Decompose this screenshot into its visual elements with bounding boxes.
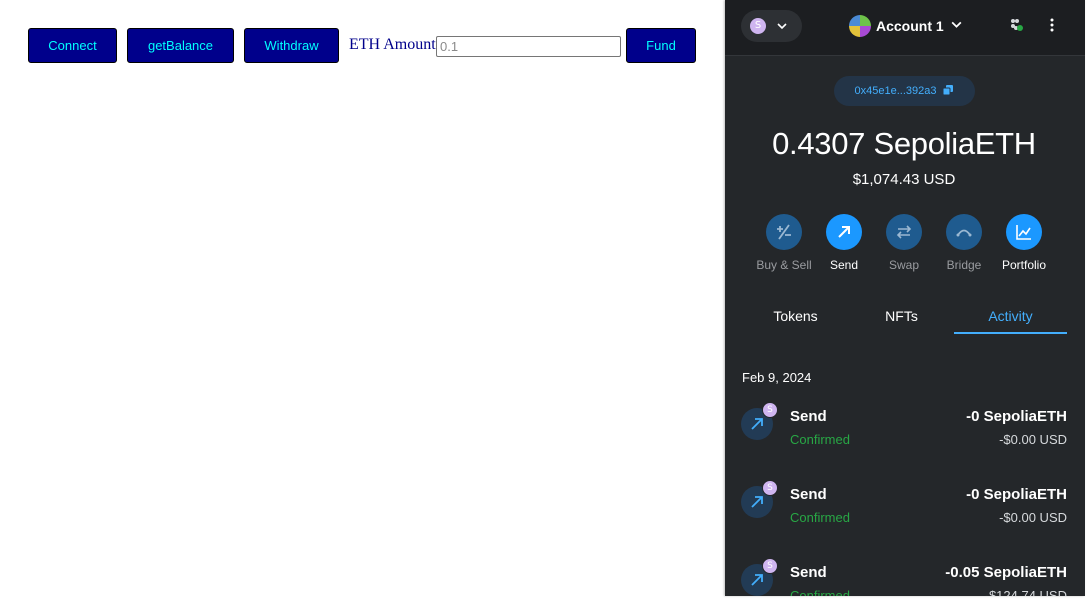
network-badge: S — [762, 402, 778, 418]
transaction-fiat: -$124.74 USD — [984, 588, 1067, 596]
send-button[interactable]: Send — [812, 214, 876, 272]
chevron-down-icon — [950, 18, 963, 34]
metamask-popup: S Account 1 0x45e1e...392a3 0.4307 Sepol… — [725, 0, 1085, 596]
transaction-title: Send — [790, 408, 827, 425]
swap-label: Swap — [888, 258, 920, 272]
network-badge: S — [762, 480, 778, 496]
active-tab-indicator — [954, 332, 1067, 334]
tab-activity[interactable]: Activity — [954, 308, 1067, 324]
chevron-down-icon — [776, 19, 788, 37]
tab-tokens[interactable]: Tokens — [739, 308, 852, 324]
avatar — [849, 15, 871, 37]
network-badge: S — [750, 18, 766, 34]
account-selector[interactable]: Account 1 — [849, 14, 963, 38]
withdraw-button[interactable]: Withdraw — [244, 28, 339, 63]
send-label: Send — [829, 258, 859, 272]
transaction-row[interactable]: S Send Confirmed -0.05 SepoliaETH -$124.… — [725, 558, 1085, 596]
kebab-menu-icon[interactable] — [1049, 17, 1055, 38]
balance-amount: 0.4307 — [772, 126, 866, 161]
transaction-fiat: -$0.00 USD — [999, 432, 1067, 447]
copy-icon — [942, 84, 954, 99]
transaction-amount: -0 SepoliaETH — [966, 486, 1067, 503]
transaction-row[interactable]: S Send Confirmed -0 SepoliaETH -$0.00 US… — [725, 402, 1085, 468]
tab-nfts[interactable]: NFTs — [845, 308, 958, 324]
transaction-status: Confirmed — [790, 432, 850, 447]
transaction-fiat: -$0.00 USD — [999, 510, 1067, 525]
eth-amount-input[interactable] — [436, 36, 621, 57]
transaction-title: Send — [790, 564, 827, 581]
transaction-amount: -0.05 SepoliaETH — [945, 564, 1067, 581]
bridge-label: Bridge — [946, 258, 982, 272]
chart-line-icon — [1006, 214, 1042, 250]
buy-sell-button[interactable]: Buy & Sell — [752, 214, 816, 272]
plus-minus-icon — [766, 214, 802, 250]
account-name: Account 1 — [876, 18, 944, 34]
balance-currency: SepoliaETH — [873, 126, 1036, 161]
connect-button[interactable]: Connect — [28, 28, 117, 63]
swap-arrows-icon — [886, 214, 922, 250]
transaction-status: Confirmed — [790, 588, 850, 596]
transaction-status: Confirmed — [790, 510, 850, 525]
fund-button[interactable]: Fund — [626, 28, 696, 63]
wallet-balance: 0.4307 SepoliaETH — [725, 126, 1083, 162]
portfolio-label: Portfolio — [1001, 258, 1047, 272]
network-selector[interactable]: S — [741, 10, 802, 42]
wallet-address: 0x45e1e...392a3 — [854, 85, 937, 97]
activity-date: Feb 9, 2024 — [742, 370, 812, 385]
transaction-amount: -0 SepoliaETH — [966, 408, 1067, 425]
bridge-icon — [946, 214, 982, 250]
swap-button[interactable]: Swap — [872, 214, 936, 272]
wallet-header: S Account 1 — [725, 0, 1085, 56]
network-badge: S — [762, 558, 778, 574]
balance-fiat: $1,074.43 USD — [852, 171, 956, 188]
portfolio-button[interactable]: Portfolio — [992, 214, 1056, 272]
arrow-up-right-icon — [826, 214, 862, 250]
address-copy-button[interactable]: 0x45e1e...392a3 — [834, 76, 975, 106]
connected-sites-icon[interactable] — [1007, 16, 1025, 39]
eth-amount-label: ETH Amount — [349, 36, 436, 53]
bridge-button[interactable]: Bridge — [932, 214, 996, 272]
transaction-title: Send — [790, 486, 827, 503]
transaction-row[interactable]: S Send Confirmed -0 SepoliaETH -$0.00 US… — [725, 480, 1085, 546]
get-balance-button[interactable]: getBalance — [127, 28, 234, 63]
buy-sell-label: Buy & Sell — [756, 258, 812, 272]
